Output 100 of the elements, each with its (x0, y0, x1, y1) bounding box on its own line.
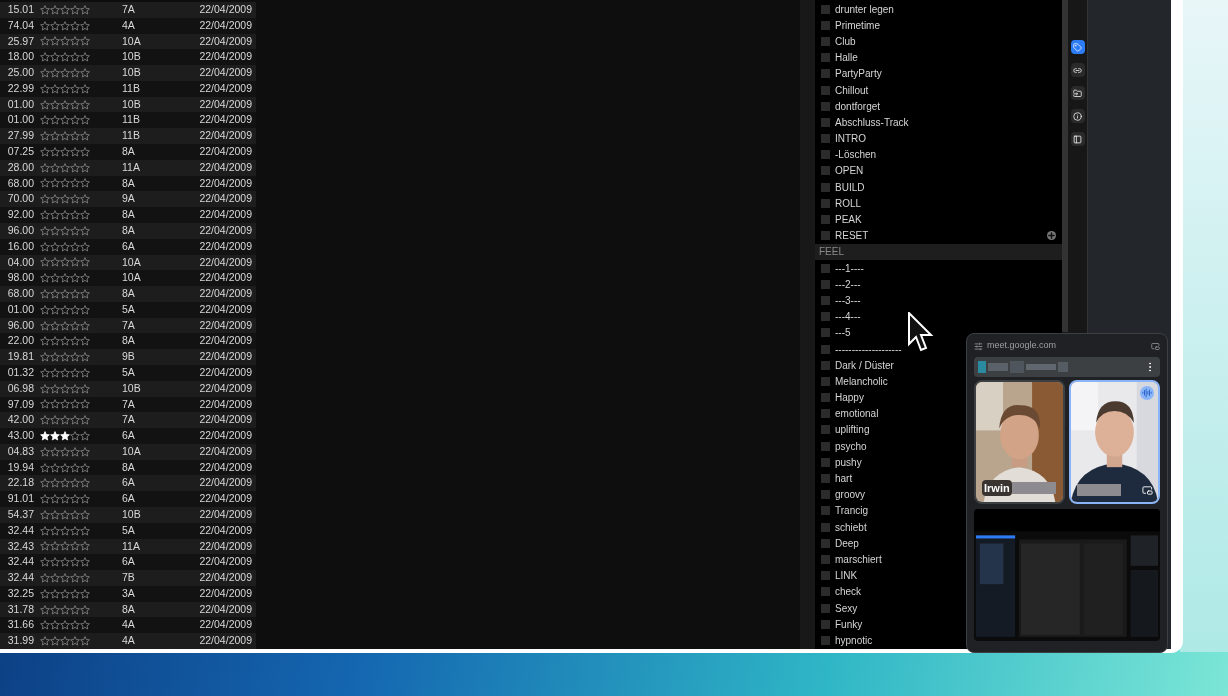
tag-label[interactable]: marschiert (835, 551, 882, 567)
checkbox[interactable] (821, 150, 830, 160)
tag-label[interactable]: Sexy (835, 600, 858, 616)
checkbox[interactable] (821, 360, 830, 370)
checkbox[interactable] (821, 166, 830, 176)
checkbox[interactable] (821, 554, 830, 564)
date-cell-text: 22/04/2009 (198, 475, 252, 491)
checkbox[interactable] (821, 312, 830, 322)
checkbox[interactable] (821, 134, 830, 144)
key-cell-text: 5A (122, 365, 136, 380)
checkbox[interactable] (821, 69, 830, 79)
tag-label[interactable]: Dark / Düster (835, 357, 894, 373)
checkbox[interactable] (821, 393, 830, 403)
tag-label[interactable]: pushy (835, 454, 862, 470)
checkbox[interactable] (821, 344, 830, 354)
checkbox[interactable] (821, 425, 830, 435)
tag-label[interactable]: ---5 (835, 325, 851, 341)
checkbox[interactable] (821, 263, 830, 273)
checkbox[interactable] (821, 538, 830, 548)
checkbox[interactable] (821, 279, 830, 289)
tag-label[interactable]: Trancig (835, 503, 868, 519)
checkbox[interactable] (821, 182, 830, 192)
checkbox[interactable] (821, 20, 830, 30)
tag-label[interactable]: Primetime (835, 17, 880, 33)
tag-label[interactable]: PEAK (835, 212, 862, 228)
checkbox[interactable] (821, 295, 830, 305)
checkbox[interactable] (821, 85, 830, 95)
tag-label[interactable]: schiebt (835, 519, 867, 535)
tag-label[interactable]: -Löschen (835, 147, 877, 163)
tag-label[interactable]: Club (835, 33, 856, 49)
star-icon (80, 367, 90, 378)
bpm-cell-text: 01.00 (6, 112, 34, 128)
checkbox[interactable] (821, 506, 830, 516)
checkbox[interactable] (821, 441, 830, 451)
tag-label[interactable]: check (835, 584, 862, 600)
star-icon (40, 210, 50, 221)
checkbox[interactable] (821, 101, 830, 111)
folder-icon[interactable] (1070, 86, 1085, 100)
star-icon (40, 162, 50, 173)
checkbox[interactable] (821, 376, 830, 386)
tag-label[interactable]: BUILD (835, 179, 865, 195)
checkbox[interactable] (821, 36, 830, 46)
tag-label[interactable]: Happy (835, 390, 864, 406)
star-icon (50, 336, 60, 347)
checkbox[interactable] (821, 490, 830, 500)
tag-label[interactable]: PartyParty (835, 66, 882, 82)
checkbox[interactable] (821, 117, 830, 127)
key-cell-text: 3A (122, 585, 136, 601)
checkbox[interactable] (821, 571, 830, 581)
add-icon[interactable] (1047, 231, 1056, 241)
link-icon[interactable] (1070, 63, 1085, 77)
checkbox[interactable] (821, 53, 830, 63)
tag-label[interactable]: drunter legen (835, 1, 894, 17)
tag-label[interactable]: ---4--- (835, 309, 861, 325)
tag-label[interactable]: emotional (835, 406, 879, 422)
tag-label[interactable]: psycho (835, 438, 867, 454)
tag-label[interactable]: uplifting (835, 422, 870, 438)
star-icon (70, 20, 80, 31)
checkbox[interactable] (821, 619, 830, 629)
pip-icon[interactable] (1142, 485, 1153, 496)
checkbox[interactable] (821, 4, 830, 14)
checkbox[interactable] (821, 409, 830, 419)
tag-label[interactable]: LINK (835, 568, 858, 584)
tag-label[interactable]: Melancholic (835, 373, 888, 389)
checkbox[interactable] (821, 474, 830, 484)
checkbox[interactable] (821, 215, 830, 225)
tag-label[interactable]: hypnotic (835, 632, 873, 648)
tag-label[interactable]: Abschluss-Track (835, 114, 909, 130)
checkbox[interactable] (821, 457, 830, 467)
tag-label[interactable]: Halle (835, 50, 858, 66)
checkbox[interactable] (821, 522, 830, 532)
site-settings-icon[interactable] (974, 341, 983, 351)
tag-label[interactable]: Chillout (835, 82, 869, 98)
tag-label[interactable]: Funky (835, 616, 863, 632)
tag-label[interactable]: dontforget (835, 98, 881, 114)
star-icon (80, 415, 90, 426)
info-icon[interactable] (1070, 109, 1085, 123)
star-icon (40, 367, 50, 378)
tag-label[interactable]: ---1---- (835, 260, 864, 276)
tag-label[interactable]: INTRO (835, 131, 867, 147)
tag-label[interactable]: ---3--- (835, 292, 861, 308)
checkbox[interactable] (821, 587, 830, 597)
tag-label[interactable]: -------------------- (835, 341, 902, 357)
tag-label[interactable]: ROLL (835, 195, 862, 211)
star-icon (50, 431, 60, 441)
star-icon (60, 194, 70, 205)
checkbox[interactable] (821, 198, 830, 208)
tag-label[interactable]: ---2--- (835, 276, 861, 292)
checkbox[interactable] (821, 328, 830, 338)
checkbox[interactable] (821, 635, 830, 645)
tag-icon[interactable] (1070, 40, 1085, 54)
pip-icon[interactable] (1151, 341, 1160, 351)
panel-icon[interactable] (1070, 132, 1085, 146)
tag-label[interactable]: OPEN (835, 163, 864, 179)
tag-label[interactable]: Deep (835, 535, 859, 551)
tag-label[interactable]: RESET (835, 228, 869, 244)
checkbox[interactable] (821, 603, 830, 613)
tag-label[interactable]: hart (835, 471, 853, 487)
checkbox[interactable] (821, 231, 830, 241)
tag-label[interactable]: groovy (835, 487, 865, 503)
